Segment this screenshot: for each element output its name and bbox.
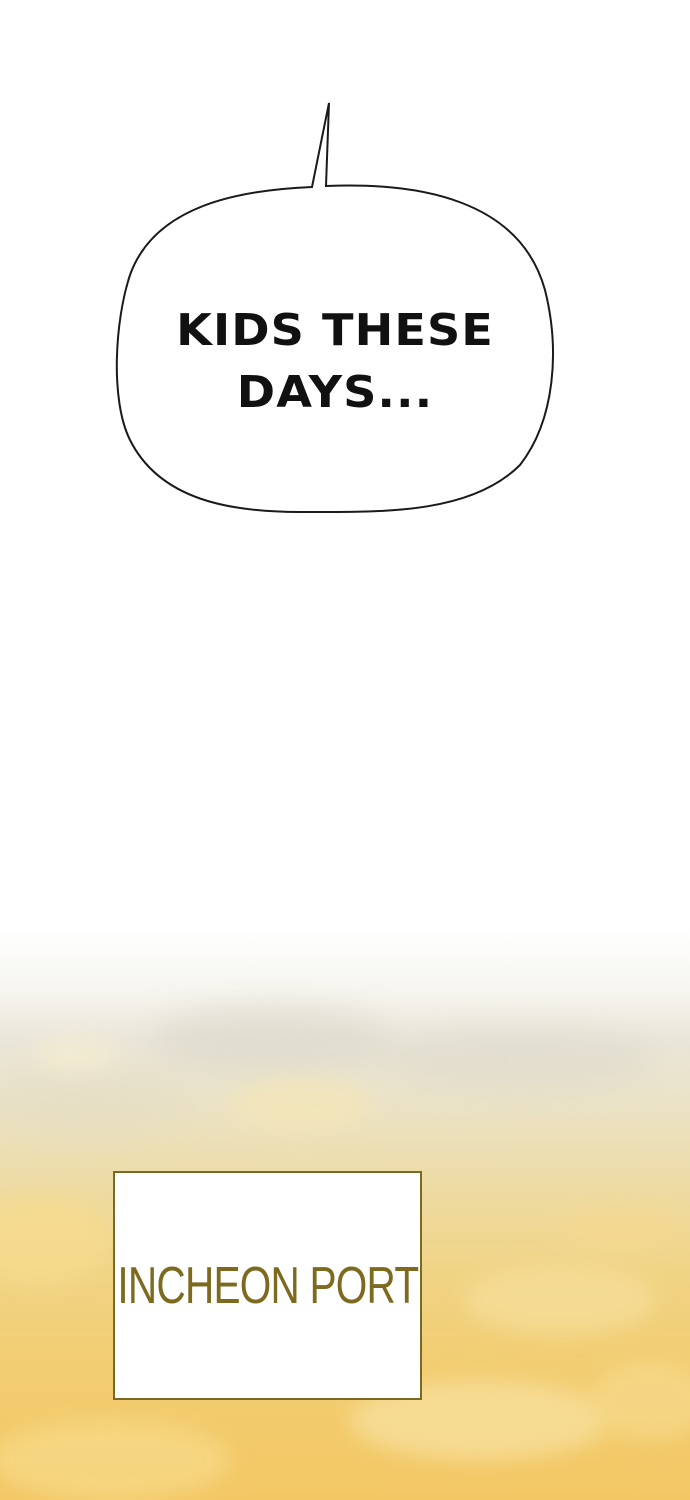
cloud-shape [0, 1070, 190, 1130]
cloud-shape [150, 1005, 390, 1075]
comic-panel: KIDS THESE DAYS... INCHEON PORT [0, 0, 690, 1500]
location-caption-box: INCHEON PORT [113, 1171, 422, 1400]
cloud-shape [560, 1208, 680, 1252]
speech-line: KIDS THESE [176, 305, 494, 356]
cloud-shape [380, 1030, 660, 1090]
speech-bubble [115, 102, 554, 514]
cloud-shape [0, 1420, 230, 1500]
location-caption-text: INCHEON PORT [117, 1256, 419, 1315]
speech-line: DAYS... [236, 367, 434, 418]
cloud-shape [230, 1077, 370, 1133]
cloud-shape [0, 1195, 110, 1285]
cloud-shape [35, 1037, 115, 1073]
cloud-shape [465, 1265, 655, 1335]
speech-bubble-text: KIDS THESE DAYS... [120, 300, 551, 424]
